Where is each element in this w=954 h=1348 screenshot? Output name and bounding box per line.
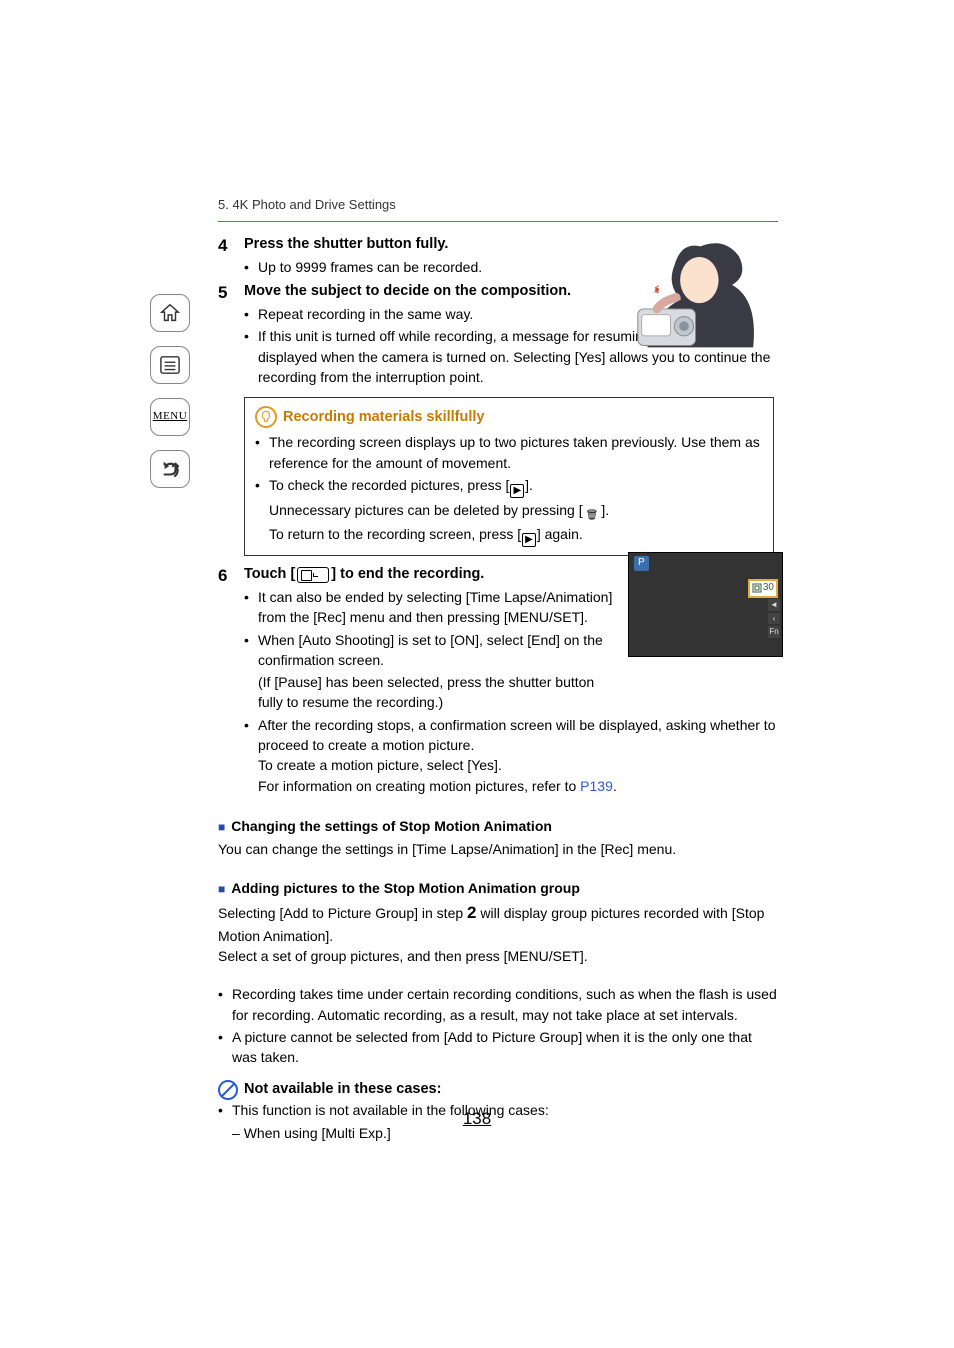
toc-button[interactable] bbox=[150, 346, 190, 384]
illustration-screen: P 30 ◄‹Fn bbox=[628, 552, 783, 657]
step6-bullet1: It can also be ended by selecting [Time … bbox=[258, 587, 614, 628]
play-icon: ▶ bbox=[522, 533, 536, 547]
square-bullet-icon: ■ bbox=[218, 819, 225, 836]
hint-box: Recording materials skillfully •The reco… bbox=[244, 397, 774, 556]
hint-line4: To return to the recording screen, press… bbox=[255, 524, 763, 547]
link-p139[interactable]: P139 bbox=[580, 778, 613, 794]
trash-icon: 🗑 bbox=[584, 510, 601, 524]
hint-title: Recording materials skillfully bbox=[283, 407, 484, 428]
step6-bullet3: After the recording stops, a confirmatio… bbox=[258, 715, 778, 796]
section-adding-pictures: ■ Adding pictures to the Stop Motion Ani… bbox=[218, 878, 778, 898]
screen-side-icons: ◄‹Fn bbox=[768, 599, 780, 638]
back-button[interactable] bbox=[150, 450, 190, 488]
step6-bullet2-paren: (If [Pause] has been selected, press the… bbox=[244, 672, 614, 713]
stop-motion-icon bbox=[297, 567, 329, 583]
home-icon bbox=[159, 302, 181, 324]
section2-body1: Selecting [Add to Picture Group] in step… bbox=[218, 901, 778, 946]
hint-line3: Unnecessary pictures can be deleted by p… bbox=[255, 500, 763, 524]
mode-badge: P bbox=[634, 556, 649, 571]
square-bullet-icon: ■ bbox=[218, 881, 225, 898]
note2: A picture cannot be selected from [Add t… bbox=[232, 1027, 778, 1068]
toc-icon bbox=[159, 355, 181, 375]
note1: Recording takes time under certain recor… bbox=[232, 984, 778, 1025]
hint-title-row: Recording materials skillfully bbox=[255, 406, 763, 428]
section1-body: You can change the settings in [Time Lap… bbox=[218, 839, 778, 859]
menu-button[interactable]: MENU bbox=[150, 398, 190, 436]
not-available-heading: Not available in these cases: bbox=[218, 1079, 778, 1100]
notes: •Recording takes time under certain reco… bbox=[218, 984, 778, 1067]
play-icon: ▶ bbox=[510, 484, 524, 498]
home-button[interactable] bbox=[150, 294, 190, 332]
frame-count-badge: 30 bbox=[748, 579, 778, 598]
step6-bullet2: When [Auto Shooting] is set to [ON], sel… bbox=[258, 630, 614, 671]
section2-body2: Select a set of group pictures, and then… bbox=[218, 946, 778, 966]
page-number[interactable]: 138 bbox=[0, 1107, 954, 1132]
divider bbox=[218, 221, 778, 222]
back-icon bbox=[159, 459, 181, 479]
breadcrumb: 5. 4K Photo and Drive Settings bbox=[218, 196, 778, 215]
illustration-photographer bbox=[608, 232, 783, 357]
prohibit-icon bbox=[218, 1080, 238, 1100]
step-number: 6 bbox=[218, 564, 244, 798]
sidebar-nav: MENU bbox=[148, 294, 192, 488]
section-changing-settings: ■ Changing the settings of Stop Motion A… bbox=[218, 816, 778, 836]
hint-line1: The recording screen displays up to two … bbox=[269, 432, 763, 473]
menu-label: MENU bbox=[153, 409, 187, 425]
bulb-icon bbox=[255, 406, 277, 428]
step-number: 4 bbox=[218, 234, 244, 279]
hint-line2: To check the recorded pictures, press [▶… bbox=[269, 475, 763, 498]
step-number: 5 bbox=[218, 281, 244, 389]
page-content: 5. 4K Photo and Drive Settings 4 Press t… bbox=[218, 196, 778, 1143]
